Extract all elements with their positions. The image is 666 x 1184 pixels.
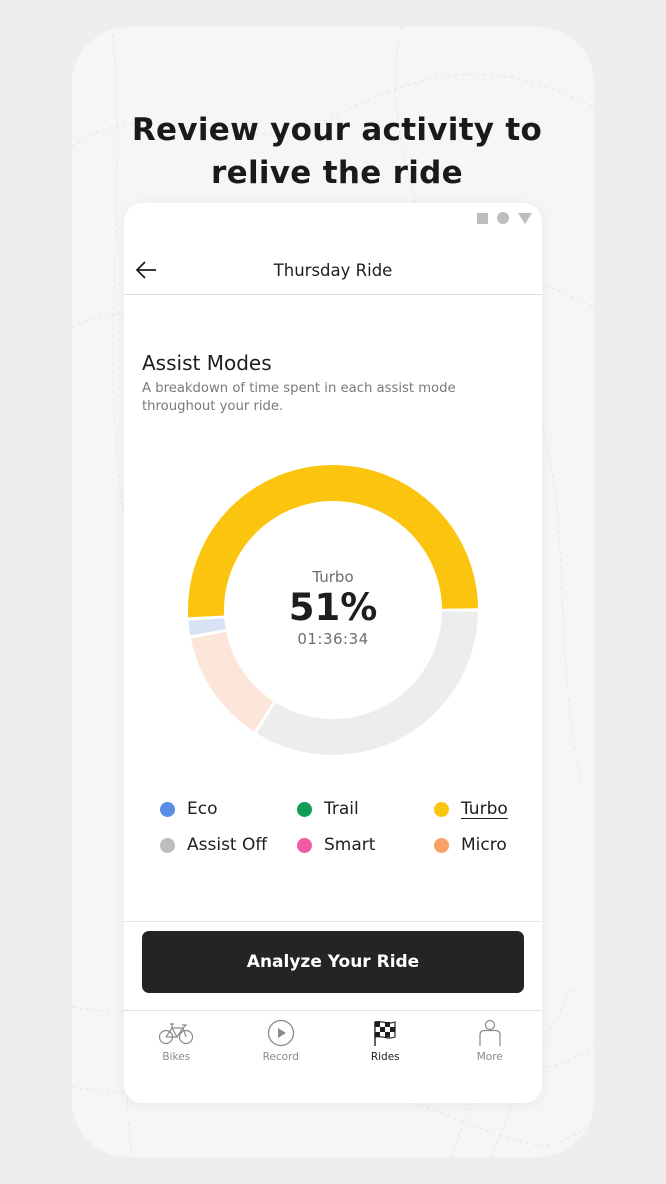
checkered-flag-icon	[367, 1019, 403, 1047]
legend-label: Trail	[324, 799, 359, 819]
donut-center-time: 01:36:34	[297, 630, 369, 648]
tab-bikes[interactable]: Bikes	[124, 1011, 229, 1080]
tab-more[interactable]: More	[438, 1011, 543, 1080]
promo-headline: Review your activity to relive the ride	[72, 109, 594, 195]
legend-dot	[434, 801, 449, 817]
legend-label: Micro	[461, 835, 507, 855]
legend-item-assist-off[interactable]: Assist Off	[160, 835, 297, 855]
donut-center-mode: Turbo	[312, 568, 354, 586]
divider	[124, 921, 542, 922]
app-bar: Thursday Ride	[124, 251, 542, 295]
tab-label: Rides	[370, 1051, 400, 1063]
status-bar	[477, 211, 532, 225]
chart-legend: Eco Trail Turbo Assist Off Smart Micro	[160, 799, 530, 855]
triangle-icon	[518, 212, 532, 224]
tab-record[interactable]: Record	[229, 1011, 334, 1080]
section-subtitle: A breakdown of time spent in each assist…	[142, 381, 456, 414]
assist-modes-donut-chart: Turbo 51% 01:36:34	[188, 465, 478, 755]
legend-item-smart[interactable]: Smart	[297, 835, 434, 855]
legend-dot	[434, 837, 449, 853]
bottom-tab-bar: Bikes Record Rides More	[124, 1010, 542, 1080]
tab-rides[interactable]: Rides	[333, 1011, 438, 1080]
phone-screen: Thursday Ride Assist Modes A breakdown o…	[124, 203, 542, 1103]
legend-label: Eco	[187, 799, 218, 819]
legend-dot	[297, 801, 312, 817]
analyze-ride-button[interactable]: Analyze Your Ride	[142, 931, 524, 993]
legend-label: Smart	[324, 835, 376, 855]
square-icon	[477, 212, 488, 224]
legend-dot	[160, 801, 175, 817]
legend-label: Turbo	[461, 799, 508, 819]
legend-item-trail[interactable]: Trail	[297, 799, 434, 819]
tab-label: Record	[262, 1051, 299, 1063]
legend-item-eco[interactable]: Eco	[160, 799, 297, 819]
legend-item-turbo[interactable]: Turbo	[434, 799, 534, 819]
bicycle-icon	[158, 1019, 194, 1047]
tab-label: Bikes	[162, 1051, 191, 1063]
play-circle-icon	[263, 1019, 299, 1047]
legend-label: Assist Off	[187, 835, 268, 855]
legend-item-micro[interactable]: Micro	[434, 835, 534, 855]
donut-center-percent: 51%	[288, 586, 378, 629]
circle-icon	[497, 212, 509, 224]
page-title: Thursday Ride	[273, 261, 393, 280]
section-title: Assist Modes	[142, 351, 272, 375]
person-icon	[472, 1019, 508, 1047]
promo-headline-text: Review your activity to relive the ride	[131, 112, 543, 191]
tab-label: More	[476, 1051, 503, 1063]
legend-dot	[160, 837, 175, 853]
donut-center: Turbo 51% 01:36:34	[188, 465, 478, 755]
legend-dot	[297, 837, 312, 853]
